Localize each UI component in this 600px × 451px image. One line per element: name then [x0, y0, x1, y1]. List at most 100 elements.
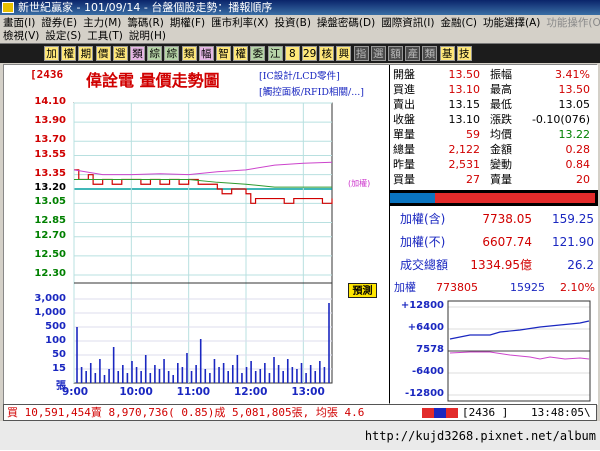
- time-tick-label: 13:00: [291, 386, 325, 398]
- code-input[interactable]: [2436 ]: [462, 405, 508, 420]
- index-change: 121.90: [552, 235, 594, 249]
- quote-label: 金額: [490, 143, 512, 156]
- app-window: 新世紀贏家 - 101/09/14 - 台盤個股走勢：播報順序 畫面(I) 證券(…: [0, 0, 600, 450]
- menu-item[interactable]: 功能選擇(A): [483, 17, 540, 29]
- index-row: 加權(含) 7738.05 159.25: [390, 209, 598, 229]
- menu-item[interactable]: 說明(H): [129, 30, 166, 42]
- quote-value: 20: [576, 173, 590, 186]
- toolbar-button[interactable]: 類: [422, 46, 438, 61]
- toolbar-button[interactable]: 綜: [147, 46, 163, 61]
- mini-tick-label: +6400: [407, 322, 444, 333]
- mini-secondary-line: [449, 351, 590, 360]
- toolbar-button[interactable]: 選: [112, 46, 128, 61]
- mini-tick-label: +12800: [400, 300, 444, 311]
- menu-item[interactable]: 主力(M): [83, 17, 121, 29]
- toolbar-button[interactable]: 委: [250, 46, 266, 61]
- toolbar-button[interactable]: 權: [233, 46, 249, 61]
- menu-row-2: 檢視(V) 設定(S) 工具(T) 說明(H): [3, 29, 172, 43]
- volume-tick-label: 50: [52, 349, 66, 360]
- toolbar-button[interactable]: 類: [181, 46, 197, 61]
- quote-row: 收盤 13.10 漲跌 -0.10(076): [390, 112, 598, 127]
- mini-index-chart: +12800 +6400 7578 -6400 -12800: [390, 297, 598, 405]
- index-label: 加權(含): [400, 212, 446, 226]
- volume-tick-label: 15: [52, 363, 66, 374]
- title-bar: 新世紀贏家 - 101/09/14 - 台盤個股走勢：播報順序: [0, 0, 600, 15]
- menu-item[interactable]: 設定(S): [45, 30, 81, 42]
- quote-panel: 開盤 13.50 振幅 3.41% 買進 13.10 最高 13.50 賣出 13.15 最低 13.…: [390, 65, 598, 405]
- mini-index-label: 加權: [394, 281, 416, 294]
- menu-item[interactable]: 畫面(I): [3, 17, 35, 29]
- quote-label: 賣出: [393, 98, 415, 111]
- quote-label: 買進: [393, 83, 415, 96]
- toolbar-button[interactable]: 8: [284, 46, 300, 61]
- menu-item[interactable]: 金融(C): [441, 17, 478, 29]
- toolbar-button[interactable]: 29: [302, 46, 317, 61]
- quote-label: 昨量: [393, 158, 415, 171]
- toolbar-button[interactable]: 幅: [198, 46, 214, 61]
- toolbar-button[interactable]: 指: [353, 46, 369, 61]
- volume-tick-label: 3,000: [34, 293, 66, 304]
- mini-index-header: 加權 773805 15925 2.10%: [390, 279, 598, 297]
- price-tick-label: 13.55: [34, 148, 66, 160]
- quote-value: -0.10(076): [531, 113, 590, 126]
- price-tick-label: 13.70: [34, 134, 66, 146]
- quote-value: 0.84: [565, 158, 591, 171]
- toolbar-button[interactable]: 基: [439, 46, 455, 61]
- concept-tag-2[interactable]: [觸控面板/RFID相關/...]: [259, 84, 364, 98]
- concept-tag-1[interactable]: [IC設計/LCD零件]: [259, 68, 340, 82]
- quote-row: 總量 2,122 金額 0.28: [390, 142, 598, 157]
- price-volume-chart: [2436 偉詮電 量價走勢圖 [IC設計/LCD零件] [觸控面板/RFID相…: [4, 65, 389, 405]
- price-tick-label: 14.10: [34, 96, 66, 107]
- quote-label: 均價: [490, 128, 512, 141]
- mini-tick-label: -6400: [412, 366, 444, 377]
- menu-bar: 畫面(I) 證券(E) 主力(M) 籌碼(R) 期權(F) 匯市利率(X) 投資(B) 操盤密…: [0, 15, 600, 43]
- menu-item[interactable]: 匯市利率(X): [211, 17, 268, 29]
- menu-item[interactable]: 檢視(V): [3, 30, 39, 42]
- quote-label: 總量: [393, 143, 415, 156]
- toolbar-button[interactable]: 價: [95, 46, 111, 61]
- toolbar-button[interactable]: 江: [267, 46, 283, 61]
- menu-item[interactable]: 證券(E): [41, 17, 77, 29]
- menu-item[interactable]: 工具(T): [87, 30, 123, 42]
- price-tick-label: 13.20: [34, 182, 66, 193]
- quote-value: 13.05: [558, 98, 591, 111]
- forecast-button[interactable]: 預測: [348, 283, 377, 298]
- price-tick-label: 12.85: [34, 215, 66, 227]
- menu-item[interactable]: 國際資訊(I): [381, 17, 434, 29]
- mini-index-change: 15925: [510, 281, 545, 294]
- toolbar-button[interactable]: 核: [319, 46, 335, 61]
- toolbar-button[interactable]: 技: [456, 46, 472, 61]
- quote-label: 最低: [490, 98, 512, 111]
- toolbar-button[interactable]: 額: [388, 46, 403, 61]
- toolbar-button[interactable]: 期: [78, 46, 94, 61]
- toolbar-button[interactable]: 類: [130, 46, 145, 61]
- quote-label: 開盤: [393, 68, 415, 81]
- status-color-bars: [422, 408, 458, 418]
- menu-item[interactable]: 投資(B): [275, 17, 311, 29]
- quote-value: 2,122: [448, 143, 481, 156]
- menu-item[interactable]: 功能操作(O): [546, 17, 600, 29]
- mini-index-line: [449, 320, 590, 340]
- toolbar-button[interactable]: 綜: [164, 46, 180, 61]
- quote-value: 3.41%: [555, 68, 590, 81]
- volume-tick-label: 500: [45, 321, 66, 332]
- quote-value: 13.22: [558, 128, 591, 141]
- toolbar-button[interactable]: 加: [44, 46, 59, 61]
- price-tick-label: 12.50: [34, 248, 66, 260]
- menu-item[interactable]: 期權(F): [170, 17, 205, 29]
- time-tick-label: 10:00: [119, 386, 153, 398]
- toolbar-button[interactable]: 權: [61, 46, 77, 61]
- toolbar-button[interactable]: 產: [405, 46, 421, 61]
- time-tick-label: 9:00: [62, 386, 89, 398]
- volume-tick-label: 100: [45, 335, 66, 346]
- toolbar-button[interactable]: 選: [370, 46, 386, 61]
- toolbar: 加權期價選類綜綜類幅智權委江 8 29 核興指選額產類基技: [0, 43, 600, 63]
- volume-tick-label: 1,000: [34, 307, 66, 318]
- mini-tick-label: 7578: [416, 344, 444, 355]
- menu-item[interactable]: 籌碼(R): [127, 17, 164, 29]
- menu-item[interactable]: 操盤密碼(D): [317, 17, 375, 29]
- quote-value: 2,531: [448, 158, 481, 171]
- quote-value: 13.10: [448, 83, 481, 96]
- toolbar-button[interactable]: 興: [336, 46, 352, 61]
- toolbar-button[interactable]: 智: [216, 46, 231, 61]
